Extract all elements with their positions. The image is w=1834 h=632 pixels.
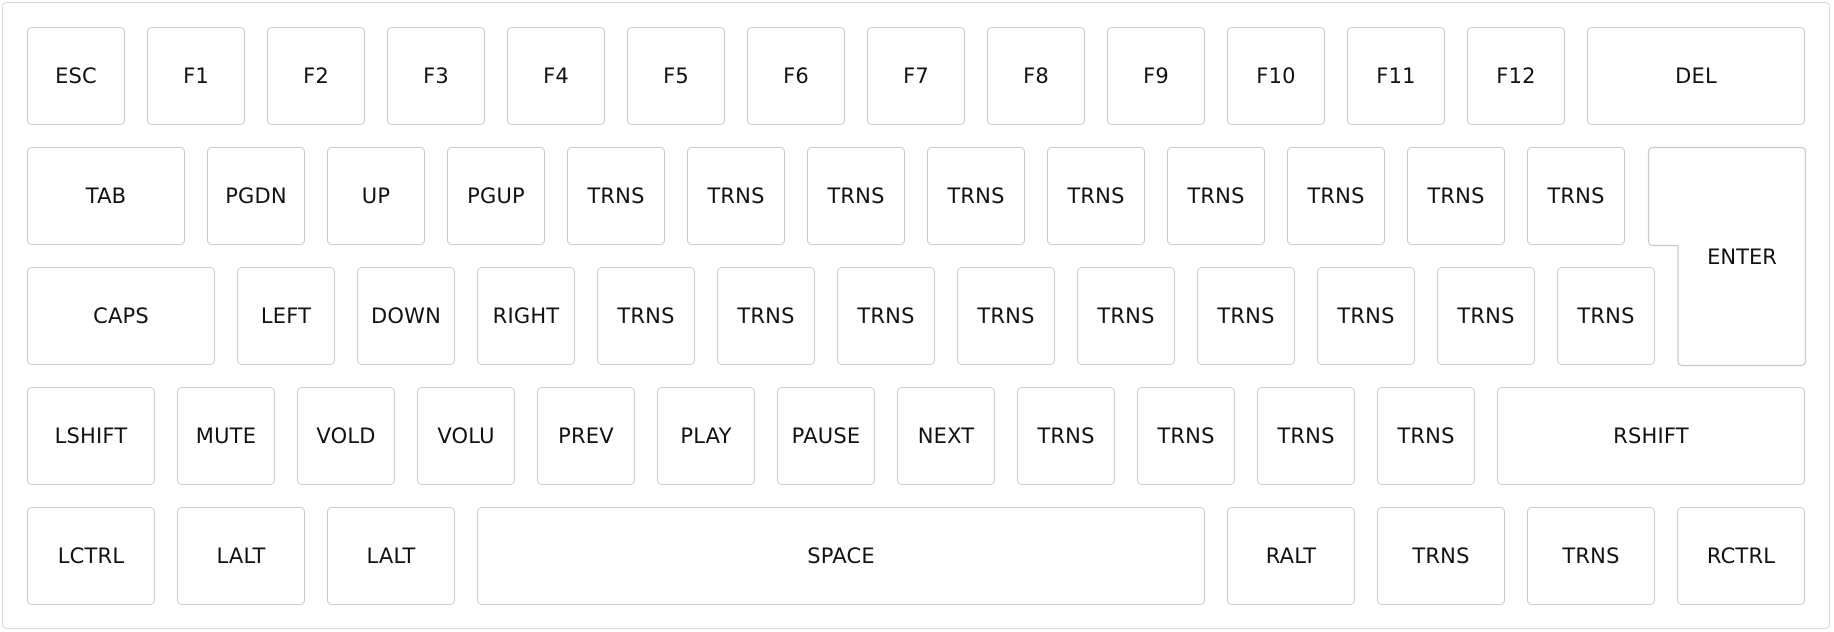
key-trns-r1c10[interactable]: TRNS bbox=[1287, 147, 1385, 245]
key-f6-r0c6[interactable]: F6 bbox=[747, 27, 845, 125]
key-trns-r2c8[interactable]: TRNS bbox=[1077, 267, 1175, 365]
key-trns-r2c12[interactable]: TRNS bbox=[1557, 267, 1655, 365]
key-trns-r2c11[interactable]: TRNS bbox=[1437, 267, 1535, 365]
key-f10-r0c10[interactable]: F10 bbox=[1227, 27, 1325, 125]
key-enter[interactable]: ENTER bbox=[1647, 146, 1807, 367]
key-trns-r2c7[interactable]: TRNS bbox=[957, 267, 1055, 365]
key-trns-r2c4[interactable]: TRNS bbox=[597, 267, 695, 365]
key-right-r2c3[interactable]: RIGHT bbox=[477, 267, 575, 365]
key-trns-r1c4[interactable]: TRNS bbox=[567, 147, 665, 245]
key-label-enter: ENTER bbox=[1707, 244, 1777, 269]
key-f12-r0c12[interactable]: F12 bbox=[1467, 27, 1565, 125]
key-f4-r0c4[interactable]: F4 bbox=[507, 27, 605, 125]
key-trns-r1c8[interactable]: TRNS bbox=[1047, 147, 1145, 245]
key-trns-r1c9[interactable]: TRNS bbox=[1167, 147, 1265, 245]
key-pause-r3c6[interactable]: PAUSE bbox=[777, 387, 875, 485]
key-lctrl-r4c0[interactable]: LCTRL bbox=[27, 507, 155, 605]
key-f8-r0c8[interactable]: F8 bbox=[987, 27, 1085, 125]
key-vold-r3c2[interactable]: VOLD bbox=[297, 387, 395, 485]
key-up-r1c2[interactable]: UP bbox=[327, 147, 425, 245]
key-trns-r3c8[interactable]: TRNS bbox=[1017, 387, 1115, 485]
key-pgup-r1c3[interactable]: PGUP bbox=[447, 147, 545, 245]
key-lalt-r4c1[interactable]: LALT bbox=[177, 507, 305, 605]
key-trns-r4c6[interactable]: TRNS bbox=[1527, 507, 1655, 605]
key-f7-r0c7[interactable]: F7 bbox=[867, 27, 965, 125]
key-volu-r3c3[interactable]: VOLU bbox=[417, 387, 515, 485]
key-f5-r0c5[interactable]: F5 bbox=[627, 27, 725, 125]
key-trns-r3c9[interactable]: TRNS bbox=[1137, 387, 1235, 485]
key-pgdn-r1c1[interactable]: PGDN bbox=[207, 147, 305, 245]
key-lshift-r3c0[interactable]: LSHIFT bbox=[27, 387, 155, 485]
key-rctrl-r4c7[interactable]: RCTRL bbox=[1677, 507, 1805, 605]
key-trns-r2c6[interactable]: TRNS bbox=[837, 267, 935, 365]
key-trns-r4c5[interactable]: TRNS bbox=[1377, 507, 1505, 605]
key-left-r2c1[interactable]: LEFT bbox=[237, 267, 335, 365]
key-f1-r0c1[interactable]: F1 bbox=[147, 27, 245, 125]
key-esc-r0c0[interactable]: ESC bbox=[27, 27, 125, 125]
key-prev-r3c4[interactable]: PREV bbox=[537, 387, 635, 485]
key-trns-r1c5[interactable]: TRNS bbox=[687, 147, 785, 245]
key-ralt-r4c4[interactable]: RALT bbox=[1227, 507, 1355, 605]
key-trns-r3c11[interactable]: TRNS bbox=[1377, 387, 1475, 485]
key-next-r3c7[interactable]: NEXT bbox=[897, 387, 995, 485]
key-caps-r2c0[interactable]: CAPS bbox=[27, 267, 215, 365]
key-play-r3c5[interactable]: PLAY bbox=[657, 387, 755, 485]
key-trns-r2c9[interactable]: TRNS bbox=[1197, 267, 1295, 365]
key-f11-r0c11[interactable]: F11 bbox=[1347, 27, 1445, 125]
key-trns-r2c5[interactable]: TRNS bbox=[717, 267, 815, 365]
key-lalt-r4c2[interactable]: LALT bbox=[327, 507, 455, 605]
key-f2-r0c2[interactable]: F2 bbox=[267, 27, 365, 125]
key-space-r4c3[interactable]: SPACE bbox=[477, 507, 1205, 605]
key-f3-r0c3[interactable]: F3 bbox=[387, 27, 485, 125]
key-rshift-r3c12[interactable]: RSHIFT bbox=[1497, 387, 1805, 485]
key-down-r2c2[interactable]: DOWN bbox=[357, 267, 455, 365]
key-trns-r3c10[interactable]: TRNS bbox=[1257, 387, 1355, 485]
key-f9-r0c9[interactable]: F9 bbox=[1107, 27, 1205, 125]
key-trns-r1c12[interactable]: TRNS bbox=[1527, 147, 1625, 245]
key-trns-r2c10[interactable]: TRNS bbox=[1317, 267, 1415, 365]
key-trns-r1c11[interactable]: TRNS bbox=[1407, 147, 1505, 245]
key-tab-r1c0[interactable]: TAB bbox=[27, 147, 185, 245]
key-mute-r3c1[interactable]: MUTE bbox=[177, 387, 275, 485]
key-trns-r1c6[interactable]: TRNS bbox=[807, 147, 905, 245]
key-trns-r1c7[interactable]: TRNS bbox=[927, 147, 1025, 245]
key-del-r0c13[interactable]: DEL bbox=[1587, 27, 1805, 125]
